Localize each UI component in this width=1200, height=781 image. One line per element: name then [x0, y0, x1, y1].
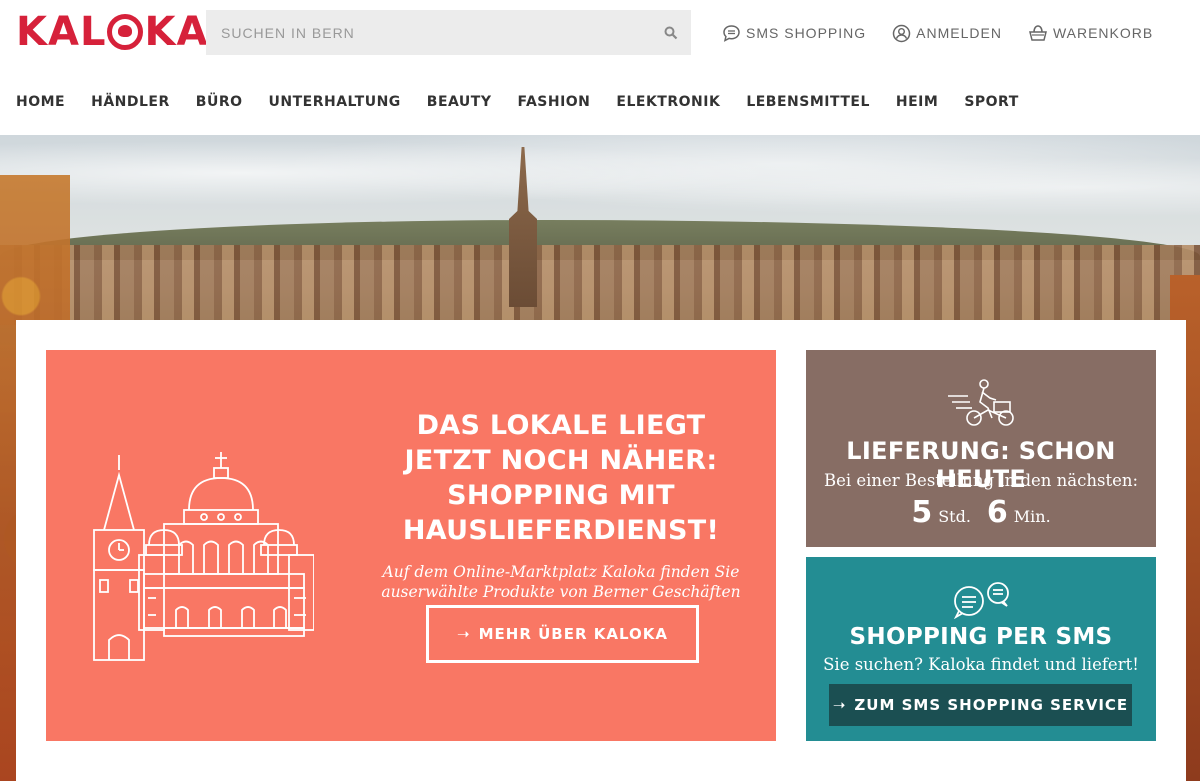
login-label: ANMELDEN: [916, 25, 1002, 41]
arrow-right-icon: ➝: [832, 696, 847, 714]
search-input[interactable]: [206, 10, 651, 55]
basket-icon: [1028, 24, 1048, 42]
login-link[interactable]: ANMELDEN: [892, 22, 1002, 44]
promo-subtitle: Auf dem Online-Marktplatz Kaloka finden …: [381, 563, 741, 601]
chat-bubble-icon: [722, 24, 741, 43]
sms-text: Sie suchen? Kaloka findet und liefert!: [823, 655, 1139, 674]
category-fashion[interactable]: FASHION: [517, 94, 590, 110]
user-icon: [892, 24, 911, 43]
sms-shopping-box: SHOPPING PER SMS Sie suchen? Kaloka find…: [806, 557, 1156, 741]
logo-heart-o-icon: [107, 14, 144, 50]
category-lebensmittel[interactable]: LEBENSMITTEL: [746, 94, 870, 110]
category-elektronik[interactable]: ELEKTRONIK: [616, 94, 720, 110]
countdown-minutes-unit: Min.: [1013, 507, 1051, 526]
search-bar: [206, 10, 691, 55]
top-navigation: SMS SHOPPING ANMELDEN WARENKORB: [722, 22, 1153, 44]
category-unterhaltung[interactable]: UNTERHALTUNG: [269, 94, 401, 110]
delivery-bike-icon: [946, 378, 1016, 433]
logo-text-right: KA: [144, 9, 209, 55]
delivery-box: LIEFERUNG: SCHON HEUTE Bei einer Bestell…: [806, 350, 1156, 547]
promo-heading: DAS LOKALE LIEGT JETZT NOCH NÄHER: SHOPP…: [402, 410, 720, 546]
hero-sky: [0, 135, 1200, 230]
sms-shopping-label: SMS SHOPPING: [746, 25, 867, 41]
category-haendler[interactable]: HÄNDLER: [91, 94, 170, 110]
delivery-text: Bei einer Bestellung in den nächsten:: [823, 471, 1139, 490]
sms-heading: SHOPPING PER SMS: [849, 624, 1113, 650]
promo-box: DAS LOKALE LIEGT JETZT NOCH NÄHER: SHOPP…: [46, 350, 776, 741]
chat-bubbles-icon: [951, 581, 1011, 624]
content-panel: DAS LOKALE LIEGT JETZT NOCH NÄHER: SHOPP…: [16, 320, 1186, 781]
category-sport[interactable]: SPORT: [964, 94, 1018, 110]
hero-bern-panorama: DAS LOKALE LIEGT JETZT NOCH NÄHER: SHOPP…: [0, 135, 1200, 781]
search-icon[interactable]: [651, 10, 691, 55]
category-navigation: HOME HÄNDLER BÜRO UNTERHALTUNG BEAUTY FA…: [16, 94, 1019, 110]
arrow-right-icon: ➝: [457, 625, 471, 643]
category-home[interactable]: HOME: [16, 94, 65, 110]
countdown-hours: 5: [911, 495, 933, 530]
site-header: KAL KA SMS SHOPPING ANMELDEN WARENKORB: [0, 0, 1200, 135]
bundeshaus-icon: [84, 450, 315, 670]
sms-shopping-link[interactable]: SMS SHOPPING: [722, 22, 866, 44]
category-heim[interactable]: HEIM: [896, 94, 938, 110]
kaloka-logo[interactable]: KAL KA: [16, 9, 209, 55]
countdown-minutes: 6: [986, 495, 1008, 530]
logo-text-left: KAL: [16, 9, 107, 55]
promo-text: DAS LOKALE LIEGT JETZT NOCH NÄHER: SHOPP…: [371, 408, 751, 602]
cart-label: WARENKORB: [1052, 25, 1154, 41]
sms-service-button[interactable]: ➝ ZUM SMS SHOPPING SERVICE: [829, 684, 1132, 726]
hero-city: [0, 245, 1200, 325]
about-kaloka-label: MEHR ÜBER KALOKA: [478, 625, 668, 643]
category-buero[interactable]: BÜRO: [196, 94, 243, 110]
sms-service-label: ZUM SMS SHOPPING SERVICE: [854, 696, 1129, 714]
category-beauty[interactable]: BEAUTY: [427, 94, 492, 110]
cart-link[interactable]: WARENKORB: [1028, 22, 1153, 44]
countdown-hours-unit: Std.: [938, 507, 971, 526]
delivery-countdown: 5 Std. 6 Min.: [806, 495, 1156, 530]
about-kaloka-button[interactable]: ➝ MEHR ÜBER KALOKA: [426, 605, 699, 663]
